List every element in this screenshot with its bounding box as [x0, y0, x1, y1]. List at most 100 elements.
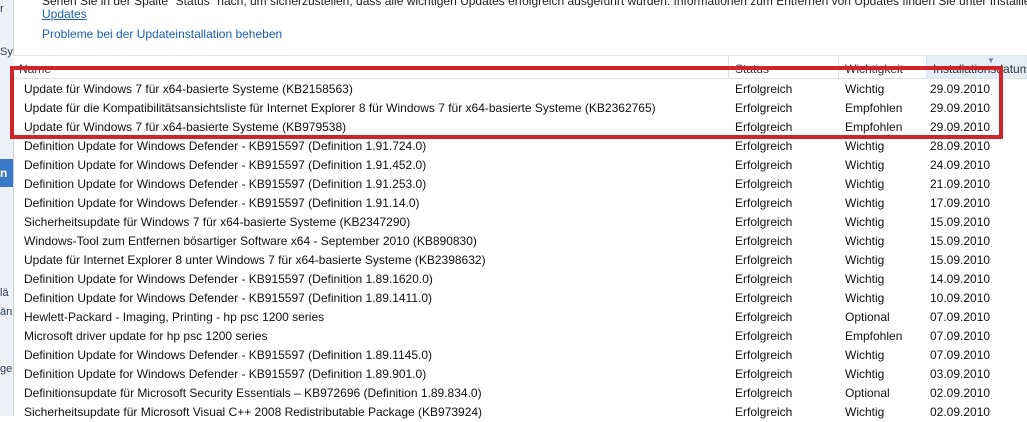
table-row[interactable]: Definitionsupdate für Microsoft Security…: [13, 384, 1027, 403]
table-row[interactable]: Microsoft driver update for hp psc 1200 …: [13, 327, 1027, 346]
importance-cell: Wichtig: [845, 272, 885, 286]
status-cell: Erfolgreich: [735, 139, 793, 153]
importance-cell: Wichtig: [845, 82, 885, 96]
install-date-cell: 15.09.2010: [930, 253, 991, 267]
update-name-cell: Definition Update for Windows Defender -…: [24, 158, 427, 172]
table-row[interactable]: Hewlett-Packard - Imaging, Printing - hp…: [13, 308, 1027, 327]
importance-cell: Wichtig: [845, 291, 885, 305]
update-name-cell: Definition Update for Windows Defender -…: [24, 367, 427, 381]
intro-text: Sehen Sie in der Spalte "Status" nach, u…: [42, 0, 1027, 8]
install-date-cell: 28.09.2010: [930, 139, 991, 153]
left-panel-text-fragment: Sy: [0, 46, 13, 58]
status-cell: Erfolgreich: [735, 367, 793, 381]
update-name-cell: Sicherheitsupdate für Windows 7 für x64-…: [24, 215, 411, 229]
left-panel-text-fragment: ge: [0, 363, 13, 375]
install-date-cell: 10.09.2010: [930, 291, 991, 305]
importance-cell: Wichtig: [845, 139, 885, 153]
status-cell: Erfolgreich: [735, 177, 793, 191]
install-date-cell: 07.09.2010: [930, 348, 991, 362]
left-panel-edge: r Sy n lä än ge: [0, 0, 14, 416]
install-date-cell: 14.09.2010: [930, 272, 991, 286]
column-header-importance[interactable]: Wichtigkeit: [839, 56, 927, 78]
status-cell: Erfolgreich: [735, 272, 793, 286]
updates-list: Update für Windows 7 für x64-basierte Sy…: [13, 80, 1027, 422]
table-row[interactable]: Definition Update for Windows Defender -…: [13, 365, 1027, 384]
column-header-row: Name Status Wichtigkeit Installationsdat…: [13, 55, 1027, 79]
importance-cell: Wichtig: [845, 234, 885, 248]
status-cell: Erfolgreich: [735, 348, 793, 362]
install-date-cell: 02.09.2010: [930, 386, 991, 400]
table-row[interactable]: Update für die Kompatibilitätsansichtsli…: [13, 99, 1027, 118]
importance-cell: Optional: [845, 310, 890, 324]
table-row[interactable]: Sicherheitsupdate für Windows 7 für x64-…: [13, 213, 1027, 232]
update-name-cell: Definition Update for Windows Defender -…: [24, 348, 433, 362]
update-name-cell: Definitionsupdate für Microsoft Security…: [24, 386, 482, 400]
install-date-cell: 15.09.2010: [930, 215, 991, 229]
table-row[interactable]: Update für Windows 7 für x64-basierte Sy…: [13, 80, 1027, 99]
update-name-cell: Definition Update for Windows Defender -…: [24, 177, 427, 191]
status-cell: Erfolgreich: [735, 386, 793, 400]
importance-cell: Optional: [845, 386, 890, 400]
status-cell: Erfolgreich: [735, 101, 793, 115]
status-cell: Erfolgreich: [735, 405, 793, 419]
importance-cell: Empfohlen: [845, 101, 903, 115]
update-name-cell: Windows-Tool zum Entfernen bösartiger So…: [24, 234, 477, 248]
install-date-cell: 29.09.2010: [930, 120, 991, 134]
update-name-cell: Update für die Kompatibilitätsansichtsli…: [24, 101, 656, 115]
install-date-cell: 29.09.2010: [930, 101, 991, 115]
table-row[interactable]: Definition Update for Windows Defender -…: [13, 346, 1027, 365]
table-row[interactable]: Definition Update for Windows Defender -…: [13, 137, 1027, 156]
status-cell: Erfolgreich: [735, 234, 793, 248]
importance-cell: Empfohlen: [845, 120, 903, 134]
install-date-cell: 03.09.2010: [930, 367, 991, 381]
table-row[interactable]: Definition Update for Windows Defender -…: [13, 175, 1027, 194]
status-cell: Erfolgreich: [735, 120, 793, 134]
install-date-cell: 21.09.2010: [930, 177, 991, 191]
update-name-cell: Definition Update for Windows Defender -…: [24, 272, 433, 286]
install-date-cell: 07.09.2010: [930, 329, 991, 343]
install-date-cell: 29.09.2010: [930, 82, 991, 96]
status-cell: Erfolgreich: [735, 196, 793, 210]
importance-cell: Wichtig: [845, 253, 885, 267]
install-date-cell: 15.09.2010: [930, 234, 991, 248]
update-name-cell: Definition Update for Windows Defender -…: [24, 139, 427, 153]
update-name-cell: Update für Windows 7 für x64-basierte Sy…: [24, 82, 353, 96]
left-panel-text-fragment: än: [0, 306, 13, 318]
status-cell: Erfolgreich: [735, 291, 793, 305]
update-name-cell: Update für Windows 7 für x64-basierte Sy…: [24, 120, 347, 134]
importance-cell: Wichtig: [845, 158, 885, 172]
importance-cell: Wichtig: [845, 177, 885, 191]
install-date-cell: 24.09.2010: [930, 158, 991, 172]
table-row[interactable]: Windows-Tool zum Entfernen bösartiger So…: [13, 232, 1027, 251]
importance-cell: Wichtig: [845, 348, 885, 362]
update-name-cell: Sicherheitsupdate für Microsoft Visual C…: [24, 405, 483, 419]
troubleshoot-link[interactable]: Probleme bei der Updateinstallation behe…: [42, 27, 282, 42]
left-panel-text-fragment: r: [0, 3, 4, 15]
install-date-cell: 07.09.2010: [930, 310, 991, 324]
table-row[interactable]: Update für Windows 7 für x64-basierte Sy…: [13, 118, 1027, 137]
table-row[interactable]: Definition Update for Windows Defender -…: [13, 289, 1027, 308]
table-row[interactable]: Definition Update for Windows Defender -…: [13, 270, 1027, 289]
update-name-cell: Definition Update for Windows Defender -…: [24, 196, 420, 210]
importance-cell: Empfohlen: [845, 329, 903, 343]
importance-cell: Wichtig: [845, 367, 885, 381]
importance-cell: Wichtig: [845, 215, 885, 229]
table-row[interactable]: Definition Update for Windows Defender -…: [13, 156, 1027, 175]
left-panel-selected-item[interactable]: n: [0, 159, 13, 187]
installed-updates-link[interactable]: Updates: [42, 7, 87, 22]
update-name-cell: Microsoft driver update for hp psc 1200 …: [24, 329, 268, 343]
update-name-cell: Hewlett-Packard - Imaging, Printing - hp…: [24, 310, 325, 324]
column-header-status[interactable]: Status: [729, 56, 839, 78]
install-date-cell: 02.09.2010: [930, 405, 991, 419]
status-cell: Erfolgreich: [735, 215, 793, 229]
install-date-cell: 17.09.2010: [930, 196, 991, 210]
status-cell: Erfolgreich: [735, 82, 793, 96]
left-panel-text-fragment: lä: [0, 287, 9, 299]
update-name-cell: Definition Update for Windows Defender -…: [24, 291, 433, 305]
status-cell: Erfolgreich: [735, 329, 793, 343]
column-header-name[interactable]: Name: [13, 56, 729, 78]
column-header-install-date[interactable]: Installationsdatum: [927, 56, 1027, 78]
table-row[interactable]: Definition Update for Windows Defender -…: [13, 194, 1027, 213]
table-row[interactable]: Update für Internet Explorer 8 unter Win…: [13, 251, 1027, 270]
table-row[interactable]: Sicherheitsupdate für Microsoft Visual C…: [13, 403, 1027, 422]
